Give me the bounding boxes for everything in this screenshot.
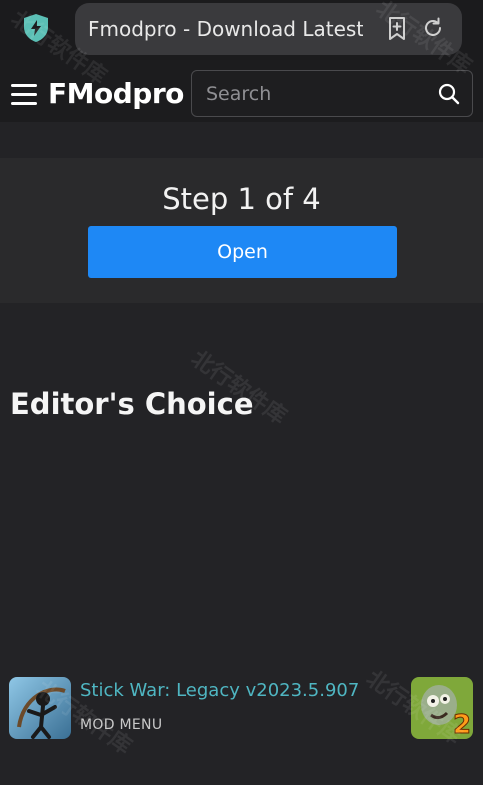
app-subtitle: MOD MENU: [80, 717, 163, 733]
page: Fmodpro - Download Latest FModpro Search…: [0, 0, 483, 785]
plants-vs-zombies-2-app-icon[interactable]: 2: [411, 677, 473, 739]
stick-war-app-icon[interactable]: [9, 677, 71, 739]
hamburger-menu-icon[interactable]: [11, 84, 37, 106]
editors-choice-list: Stick War: Legacy v2023.5.907 MOD MENU 2: [0, 675, 483, 745]
site-logo[interactable]: FModpro: [48, 77, 184, 110]
search-input[interactable]: [206, 81, 426, 107]
reload-icon[interactable]: [421, 16, 447, 42]
step-title: Step 1 of 4: [162, 182, 321, 216]
shield-bolt-icon[interactable]: [22, 13, 50, 43]
url-title: Fmodpro - Download Latest: [88, 17, 363, 41]
editors-choice-heading: Editor's Choice: [10, 387, 254, 421]
browser-toolbar: Fmodpro - Download Latest: [0, 0, 483, 60]
search-icon[interactable]: [438, 83, 460, 105]
site-header: FModpro: [0, 60, 483, 122]
bookmark-add-icon[interactable]: [385, 16, 411, 42]
open-button[interactable]: Open: [88, 226, 397, 278]
download-step-panel: Step 1 of 4 Open: [0, 158, 483, 303]
search-box[interactable]: [191, 70, 473, 117]
svg-text:2: 2: [453, 710, 471, 739]
address-bar[interactable]: Fmodpro - Download Latest: [75, 3, 462, 55]
app-title-link[interactable]: Stick War: Legacy v2023.5.907: [80, 680, 359, 701]
